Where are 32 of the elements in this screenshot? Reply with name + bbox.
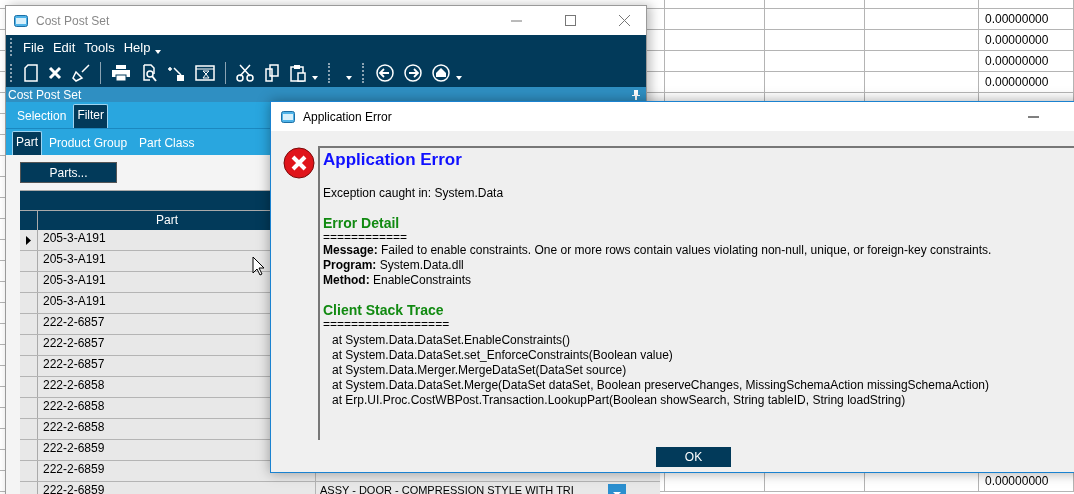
table-cell: 0.00000000 [979,9,1074,30]
table-cell: 222-2-6857 [43,357,105,371]
panel-title: Cost Post Set [8,87,82,102]
detail-line: Method: EnableConstraints [323,273,473,288]
section-heading: Error Detail [323,215,401,231]
detail-line: Message: Failed to enable constraints. One or more rows contain values violating non-null, unique, or foreign-key constraints. [323,243,993,258]
table-cell: 205-3-A191 [43,294,106,308]
table-cell: 205-3-A191 [43,231,106,245]
table-cell: 222-2-6857 [43,315,105,329]
section-heading: Client Stack Trace [323,302,445,318]
table-cell: 222-2-6859 [43,483,105,494]
exception-text: Exception caught in: System.Data [323,186,505,201]
table-cell: 222-2-6859 [43,462,105,476]
table-cell: 0.00000000 [979,72,1074,93]
stack-trace-line: at System.Data.Merger.MergeDataSet(DataSet source) [331,363,628,378]
table-cell: ASSY - DOOR - COMPRESSION STYLE WITH TRI [320,484,574,494]
window-title: Cost Post Set [36,13,110,28]
stack-trace-line: at System.Data.DataSet.EnableConstraints() [331,333,572,348]
separator-text: ================== [323,318,451,330]
table-cell: 222-2-6859 [43,441,105,455]
table-cell: 205-3-A191 [43,273,106,287]
table-cell: 205-3-A191 [43,252,106,266]
table-cell: 222-2-6858 [43,378,105,392]
detail-line: Program: System.Data.dll [323,258,465,273]
separator-text: ============ [323,231,409,243]
table-cell: 0.00000000 [979,51,1074,72]
table-cell: 222-2-6858 [43,420,105,434]
table-cell: 222-2-6857 [43,336,105,350]
table-cell: 0.00000000 [979,30,1074,51]
table-cell: 222-2-6858 [43,399,105,413]
error-heading: Application Error [323,150,463,170]
dialog-title: Application Error [303,109,392,124]
